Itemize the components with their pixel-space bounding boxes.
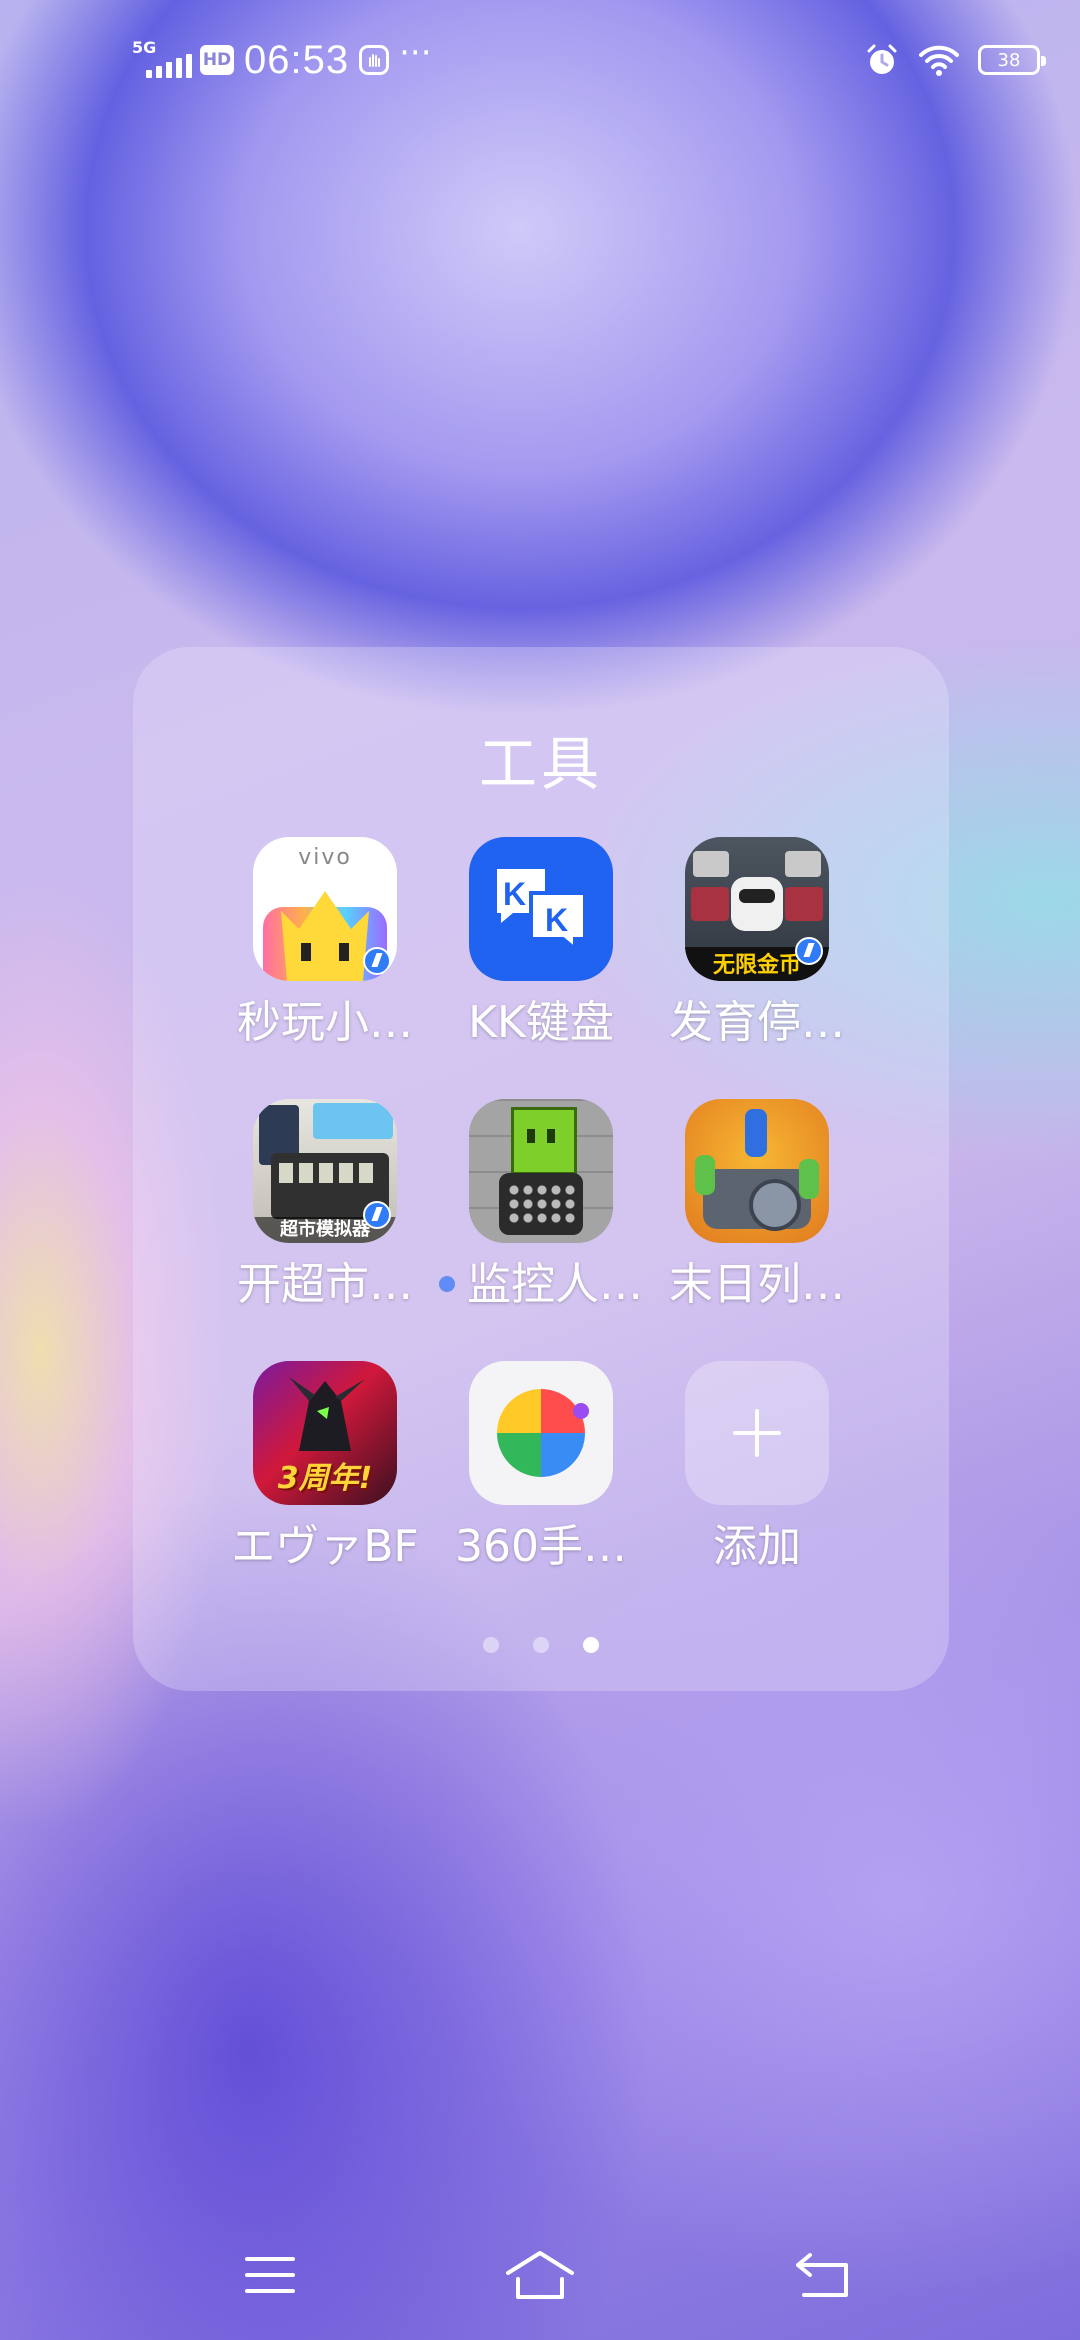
quick-app-badge-icon <box>363 1201 391 1229</box>
signal-icon: 5G <box>132 40 192 80</box>
app-label: 秒玩小… <box>237 997 413 1048</box>
app-label: 开超市… <box>237 1259 413 1310</box>
quick-app-badge-icon <box>363 947 391 975</box>
battery-icon: 38 <box>978 45 1046 75</box>
hd-label: HD <box>202 50 232 70</box>
camera-robot-game-icon <box>469 1099 613 1243</box>
wifi-icon <box>919 45 959 76</box>
eva-bf-game-icon: 3周年! <box>253 1361 397 1505</box>
back-icon <box>796 2253 848 2297</box>
app-eva-bf[interactable]: 3周年! エヴァBF <box>209 1361 441 1575</box>
app-label: エヴァBF <box>231 1521 419 1572</box>
accessibility-icon <box>359 45 390 75</box>
add-app-button[interactable]: 添加 <box>641 1361 873 1575</box>
new-install-dot-icon <box>439 1276 455 1292</box>
clock: 06:53 <box>244 37 350 82</box>
add-icon <box>685 1361 829 1505</box>
navigation-bar <box>0 2230 1080 2320</box>
game-idle-icon: 无限金币 <box>685 837 829 981</box>
folder-title[interactable]: 工具 <box>133 717 949 801</box>
app-label: 添加 <box>713 1521 801 1572</box>
kk-keyboard-icon: K K <box>469 837 613 981</box>
app-label: 发育停… <box>669 997 845 1048</box>
supermarket-game-icon: 超市模拟器 <box>253 1099 397 1243</box>
svg-text:K: K <box>503 876 526 912</box>
app-kaichaoshi[interactable]: 超市模拟器 开超市… <box>209 1099 441 1313</box>
more-notifications-icon: ··· <box>399 33 432 73</box>
app-folder: 工具 vivo 秒玩小… K K KK键盘 无限金币 发育停… 超市模拟器 开超… <box>133 647 949 1691</box>
doomsday-train-game-icon <box>685 1099 829 1243</box>
app-kk-keyboard[interactable]: K K KK键盘 <box>425 837 657 1051</box>
home-icon <box>506 2251 574 2299</box>
app-miaowan[interactable]: vivo 秒玩小… <box>209 837 441 1051</box>
home-button[interactable] <box>490 2230 590 2320</box>
svg-text:K: K <box>545 902 568 938</box>
vivo-quickgame-icon: vivo <box>253 837 397 981</box>
app-label-with-dot: 监控人… <box>425 1257 657 1313</box>
status-bar: 5G HD 06:53 ··· 38 <box>0 28 1080 92</box>
page-dot-active[interactable] <box>583 1637 599 1653</box>
home-screen: 5G HD 06:53 ··· 38 工具 vivo 秒玩小… K K KK键盘… <box>0 0 1080 2340</box>
back-button[interactable] <box>774 2230 874 2320</box>
battery-level: 38 <box>997 49 1021 71</box>
menu-icon <box>245 2257 295 2293</box>
app-label: 末日列… <box>669 1259 845 1310</box>
app-label: 监控人… <box>467 1259 643 1310</box>
360-assistant-icon <box>469 1361 613 1505</box>
alarm-icon <box>867 44 897 74</box>
icon-caption: 3周年! <box>277 1461 373 1496</box>
quick-app-badge-icon <box>795 937 823 965</box>
menu-button[interactable] <box>220 2230 320 2320</box>
page-dot[interactable] <box>483 1637 499 1653</box>
app-label: 360手… <box>455 1521 627 1572</box>
page-dot[interactable] <box>533 1637 549 1653</box>
hd-icon: HD <box>200 45 234 75</box>
app-jiankong[interactable]: 监控人… <box>425 1099 657 1313</box>
app-360-assistant[interactable]: 360手… <box>425 1361 657 1575</box>
app-fayu[interactable]: 无限金币 发育停… <box>641 837 873 1051</box>
app-moriliche[interactable]: 末日列… <box>641 1099 873 1313</box>
vivo-logo-text: vivo <box>298 845 352 870</box>
app-label: KK键盘 <box>468 997 614 1048</box>
page-indicator[interactable] <box>133 1637 949 1653</box>
